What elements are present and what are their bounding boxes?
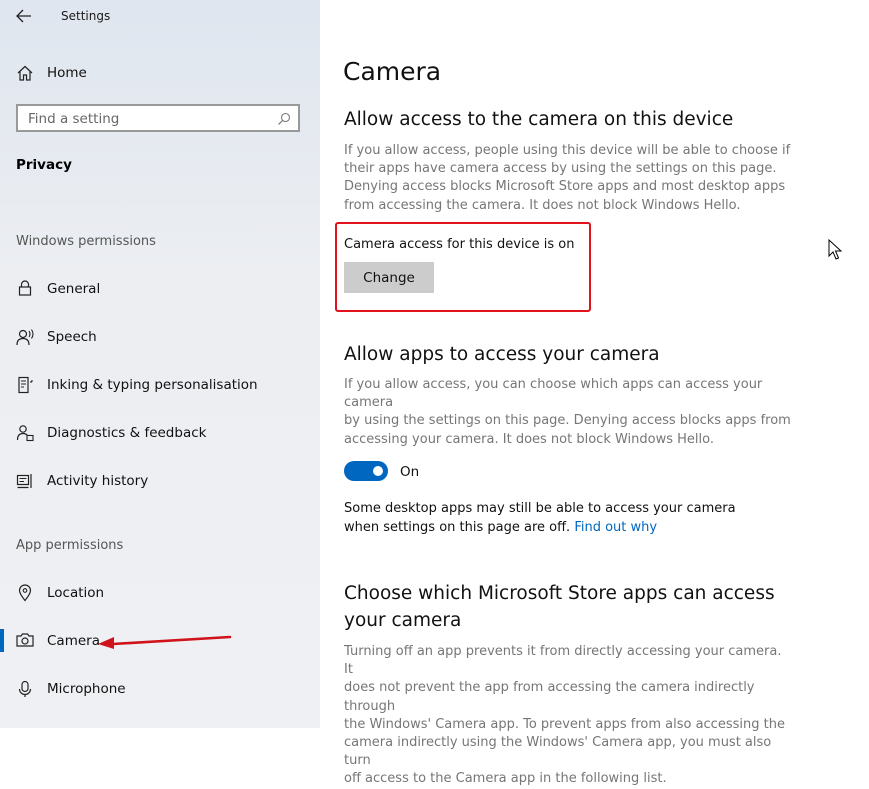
search-input[interactable]: Find a setting [16,104,300,132]
device-access-heading: Allow access to the camera on this devic… [344,109,734,130]
apps-access-description: If you allow access, you can choose whic… [344,377,791,447]
page-title: Camera [343,57,442,86]
window-title: Settings [61,9,111,23]
annotation-arrow [96,631,236,655]
mouse-cursor-icon [828,238,843,265]
category-heading: Privacy [16,157,72,173]
store-apps-heading-line2: your camera [344,610,462,631]
sidebar-item-location[interactable]: Location [47,585,104,601]
sidebar-item-general[interactable]: General [47,281,100,297]
back-arrow-icon[interactable] [16,8,36,26]
sidebar-item-speech[interactable]: Speech [47,329,97,345]
change-button[interactable]: Change [344,262,434,293]
desktop-apps-note-text: Some desktop apps may still be able to a… [344,501,736,535]
search-placeholder: Find a setting [28,111,120,127]
speech-icon [16,328,34,346]
sidebar-item-inking[interactable]: Inking & typing personalisation [47,377,258,393]
sidebar-item-activity-history[interactable]: Activity history [47,473,148,489]
microphone-icon [16,680,34,698]
desktop-apps-note: Some desktop apps may still be able to a… [344,500,774,537]
toggle-knob [373,466,383,476]
sidebar-item-diagnostics[interactable]: Diagnostics & feedback [47,425,206,441]
activity-history-icon [16,472,34,490]
home-icon [16,64,34,82]
store-apps-description: Turning off an app prevents it from dire… [344,644,785,787]
camera-icon [16,632,34,650]
apps-access-toggle[interactable] [344,461,388,481]
selected-indicator [0,629,4,652]
device-access-description: If you allow access, people using this d… [344,143,791,213]
lock-icon [16,279,34,297]
diagnostics-icon [16,424,34,442]
sidebar: Settings Home Find a setting Privacy Win… [0,0,320,728]
app-permissions-header: App permissions [16,538,124,553]
store-apps-heading-line1: Choose which Microsoft Store apps can ac… [344,583,775,604]
apps-access-heading: Allow apps to access your camera [344,344,660,365]
find-out-why-link[interactable]: Find out why [574,520,657,535]
sidebar-item-microphone[interactable]: Microphone [47,681,126,697]
sidebar-item-camera[interactable]: Camera [47,633,100,649]
inking-icon [16,376,34,394]
location-icon [16,584,34,602]
windows-permissions-header: Windows permissions [16,234,156,249]
camera-access-status: Camera access for this device is on [344,237,575,252]
sidebar-item-home[interactable]: Home [47,65,87,81]
toggle-state-label: On [400,464,420,480]
search-icon[interactable] [277,112,291,126]
